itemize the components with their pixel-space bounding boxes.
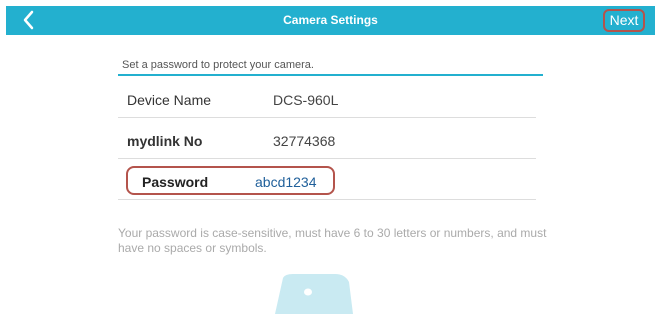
device-name-row: Device Name DCS-960L bbox=[127, 92, 527, 112]
header-bar: Camera Settings Next bbox=[6, 6, 655, 35]
form-subtitle: Set a password to protect your camera. bbox=[122, 59, 314, 71]
password-label: Password bbox=[142, 174, 209, 190]
device-name-label: Device Name bbox=[127, 92, 212, 108]
row-divider bbox=[118, 158, 536, 159]
device-name-value: DCS-960L bbox=[273, 92, 339, 108]
row-divider bbox=[118, 117, 536, 118]
password-field[interactable]: Password abcd1234 bbox=[126, 166, 335, 195]
mydlink-no-value: 32774368 bbox=[273, 133, 336, 149]
mydlink-no-row: mydlink No 32774368 bbox=[127, 133, 527, 153]
mydlink-no-label: mydlink No bbox=[127, 133, 203, 149]
page-title: Camera Settings bbox=[283, 13, 378, 27]
camera-illustration-icon bbox=[275, 274, 353, 314]
next-button[interactable]: Next bbox=[603, 9, 645, 32]
subtitle-underline bbox=[118, 74, 543, 76]
password-hint: Your password is case-sensitive, must ha… bbox=[118, 226, 547, 255]
password-value[interactable]: abcd1234 bbox=[255, 174, 317, 190]
row-divider bbox=[118, 199, 536, 200]
